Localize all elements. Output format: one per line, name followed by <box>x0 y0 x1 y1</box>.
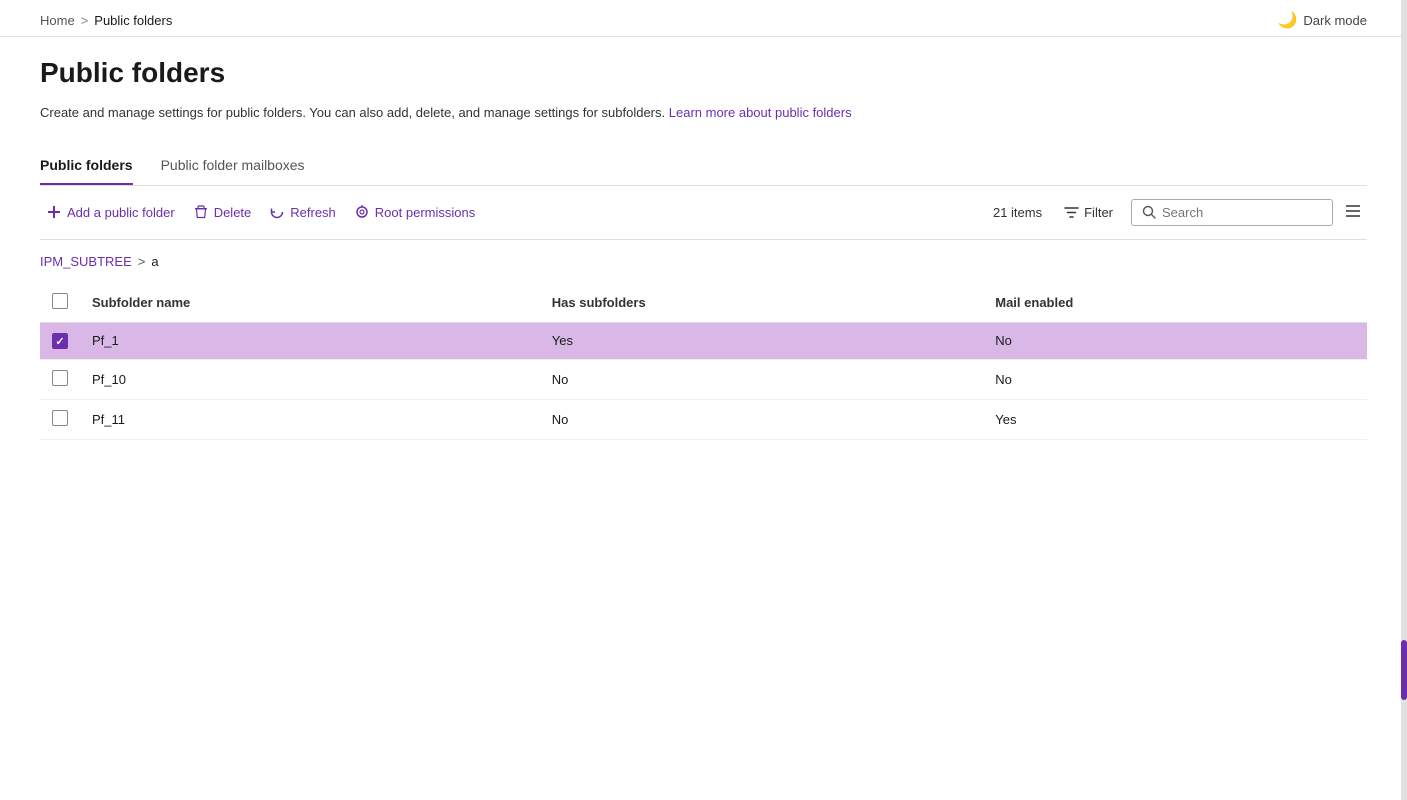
breadcrumb: Home > Public folders <box>40 13 172 28</box>
main-content: Public folders Create and manage setting… <box>0 37 1407 460</box>
row-has-subfolders: No <box>540 360 983 400</box>
row-subfolder-name: Pf_11 <box>80 400 540 440</box>
row-checkbox[interactable] <box>52 370 68 386</box>
select-all-header <box>40 283 80 323</box>
col-has-subfolders: Has subfolders <box>540 283 983 323</box>
path-separator: > <box>138 254 146 269</box>
row-checkbox-cell <box>40 400 80 440</box>
row-subfolder-name: Pf_1 <box>80 322 540 360</box>
row-mail-enabled: No <box>983 360 1367 400</box>
table-row[interactable]: Pf_10 No No <box>40 360 1367 400</box>
permissions-icon <box>354 204 370 220</box>
learn-more-link[interactable]: Learn more about public folders <box>669 105 852 120</box>
add-public-folder-button[interactable]: Add a public folder <box>40 198 187 226</box>
select-all-checkbox[interactable] <box>52 293 68 309</box>
row-checkbox[interactable] <box>52 333 68 349</box>
root-permissions-button[interactable]: Root permissions <box>348 198 487 226</box>
row-subfolder-name: Pf_10 <box>80 360 540 400</box>
path-root-link[interactable]: IPM_SUBTREE <box>40 254 132 269</box>
view-options-icon <box>1345 204 1361 218</box>
tab-public-folders[interactable]: Public folders <box>40 147 133 185</box>
delete-button[interactable]: Delete <box>187 198 264 226</box>
filter-button[interactable]: Filter <box>1054 199 1123 226</box>
row-has-subfolders: Yes <box>540 322 983 360</box>
refresh-icon <box>269 204 285 220</box>
search-box <box>1131 199 1333 226</box>
moon-icon: 🌙 <box>1278 10 1298 30</box>
scrollbar-thumb[interactable] <box>1401 640 1407 700</box>
row-checkbox-cell <box>40 322 80 360</box>
view-options-button[interactable] <box>1339 198 1367 227</box>
row-has-subfolders: No <box>540 400 983 440</box>
row-checkbox-cell <box>40 360 80 400</box>
tabs-container: Public folders Public folder mailboxes <box>40 147 1367 186</box>
folders-table: Subfolder name Has subfolders Mail enabl… <box>40 283 1367 441</box>
refresh-button[interactable]: Refresh <box>263 198 348 226</box>
breadcrumb-separator: > <box>81 13 89 28</box>
page-description: Create and manage settings for public fo… <box>40 103 1367 123</box>
table-row[interactable]: Pf_11 No Yes <box>40 400 1367 440</box>
col-subfolder-name: Subfolder name <box>80 283 540 323</box>
breadcrumb-current: Public folders <box>94 13 172 28</box>
breadcrumb-home[interactable]: Home <box>40 13 75 28</box>
dark-mode-button[interactable]: 🌙 Dark mode <box>1278 10 1368 30</box>
page-title: Public folders <box>40 57 1367 89</box>
path-current: a <box>151 254 158 269</box>
table-header-row: Subfolder name Has subfolders Mail enabl… <box>40 283 1367 323</box>
col-mail-enabled: Mail enabled <box>983 283 1367 323</box>
items-count: 21 items <box>993 205 1042 220</box>
table-row[interactable]: Pf_1 Yes No <box>40 322 1367 360</box>
search-icon <box>1142 205 1156 219</box>
delete-icon <box>193 204 209 220</box>
dark-mode-label: Dark mode <box>1303 13 1367 28</box>
row-checkbox[interactable] <box>52 410 68 426</box>
row-mail-enabled: No <box>983 322 1367 360</box>
tab-public-folder-mailboxes[interactable]: Public folder mailboxes <box>161 147 305 185</box>
scrollbar[interactable] <box>1401 0 1407 800</box>
add-icon <box>46 204 62 220</box>
toolbar: Add a public folder Delete Refresh <box>40 186 1367 240</box>
search-input[interactable] <box>1162 205 1322 220</box>
row-mail-enabled: Yes <box>983 400 1367 440</box>
top-bar: Home > Public folders 🌙 Dark mode <box>0 0 1407 37</box>
filter-icon <box>1064 205 1079 220</box>
folder-breadcrumb: IPM_SUBTREE > a <box>40 240 1367 279</box>
